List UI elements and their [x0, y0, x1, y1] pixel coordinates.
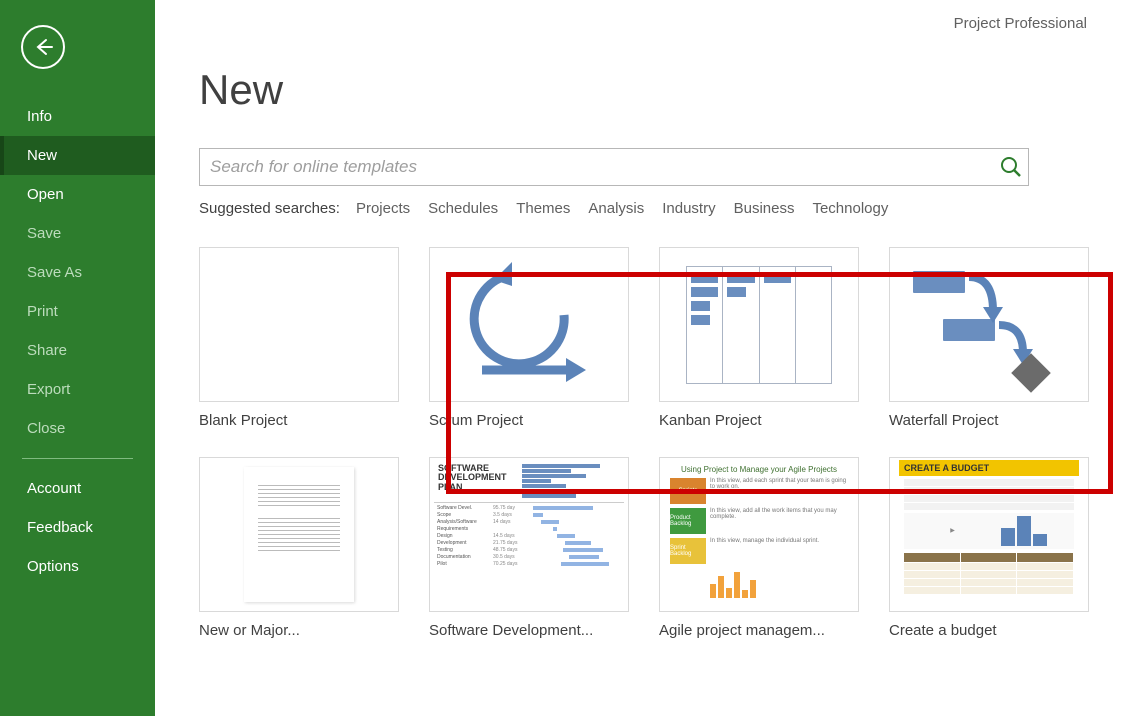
sidebar-item-options[interactable]: Options — [0, 547, 155, 586]
sidebar-item-close[interactable]: Close — [0, 409, 155, 448]
suggested-tag-business[interactable]: Business — [734, 200, 795, 217]
template-label: Create a budget — [889, 622, 1089, 639]
sidebar-item-save-as[interactable]: Save As — [0, 253, 155, 292]
template-thumb: CREATE A BUDGET ▶ — [889, 457, 1089, 612]
suggested-tag-themes[interactable]: Themes — [516, 200, 570, 217]
suggested-tag-technology[interactable]: Technology — [812, 200, 888, 217]
sidebar-item-share[interactable]: Share — [0, 331, 155, 370]
template-create-a-budget[interactable]: CREATE A BUDGET ▶ — [889, 457, 1089, 639]
template-blank-project[interactable]: Blank Project — [199, 247, 399, 429]
template-thumb: Using Project to Manage your Agile Proje… — [659, 457, 859, 612]
template-label: Scrum Project — [429, 412, 629, 429]
search-button[interactable] — [994, 149, 1028, 185]
sidebar-item-info[interactable]: Info — [0, 97, 155, 136]
agile-preview: Using Project to Manage your Agile Proje… — [665, 460, 853, 610]
template-thumb — [199, 457, 399, 612]
sidebar-separator — [22, 458, 133, 459]
template-label: Blank Project — [199, 412, 399, 429]
sidebar-item-account[interactable]: Account — [0, 469, 155, 508]
app-title: Project Professional — [954, 15, 1087, 32]
search-row — [199, 148, 1029, 186]
template-gallery: Blank Project Scrum Project — [199, 247, 1144, 639]
suggested-tag-schedules[interactable]: Schedules — [428, 200, 498, 217]
template-label: Waterfall Project — [889, 412, 1089, 429]
template-scrum-project[interactable]: Scrum Project — [429, 247, 629, 429]
scrum-icon — [454, 260, 604, 390]
template-kanban-project[interactable]: Kanban Project — [659, 247, 859, 429]
sidebar-item-open[interactable]: Open — [0, 175, 155, 214]
template-thumb — [889, 247, 1089, 402]
suggested-tag-industry[interactable]: Industry — [662, 200, 715, 217]
kanban-icon — [686, 266, 832, 384]
backstage-sidebar: Info New Open Save Save As Print Share E… — [0, 0, 155, 716]
sidebar-item-print[interactable]: Print — [0, 292, 155, 331]
template-waterfall-project[interactable]: Waterfall Project — [889, 247, 1089, 429]
suggested-label: Suggested searches: — [199, 200, 340, 217]
template-label: Software Development... — [429, 622, 629, 639]
waterfall-icon — [909, 265, 1069, 385]
template-label: Agile project managem... — [659, 622, 859, 639]
template-label: Kanban Project — [659, 412, 859, 429]
sidebar-item-new[interactable]: New — [0, 136, 155, 175]
template-software-development[interactable]: SOFTWARE DEVELOPMENT PLAN Software Devel… — [429, 457, 629, 639]
search-icon — [1000, 156, 1022, 178]
sidebar-item-save[interactable]: Save — [0, 214, 155, 253]
template-thumb: SOFTWARE DEVELOPMENT PLAN Software Devel… — [429, 457, 629, 612]
suggested-searches: Suggested searches: Projects Schedules T… — [199, 200, 1144, 217]
template-thumb — [199, 247, 399, 402]
suggested-tag-projects[interactable]: Projects — [356, 200, 410, 217]
document-icon — [244, 467, 354, 602]
page-title: New — [199, 66, 1144, 114]
template-agile-project-management[interactable]: Using Project to Manage your Agile Proje… — [659, 457, 859, 639]
template-label: New or Major... — [199, 622, 399, 639]
sidebar-item-feedback[interactable]: Feedback — [0, 508, 155, 547]
main-area: Project Professional New Suggested searc… — [155, 0, 1144, 716]
search-input[interactable] — [200, 149, 994, 185]
suggested-tag-analysis[interactable]: Analysis — [588, 200, 644, 217]
sidebar-item-export[interactable]: Export — [0, 370, 155, 409]
template-new-or-major[interactable]: New or Major... — [199, 457, 399, 639]
back-button[interactable] — [21, 25, 65, 69]
sdp-preview: SOFTWARE DEVELOPMENT PLAN Software Devel… — [434, 460, 624, 610]
template-thumb — [659, 247, 859, 402]
back-arrow-icon — [32, 36, 54, 58]
template-thumb — [429, 247, 629, 402]
budget-preview: CREATE A BUDGET ▶ — [899, 460, 1079, 610]
sidebar-nav: Info New Open Save Save As Print Share E… — [0, 97, 155, 586]
